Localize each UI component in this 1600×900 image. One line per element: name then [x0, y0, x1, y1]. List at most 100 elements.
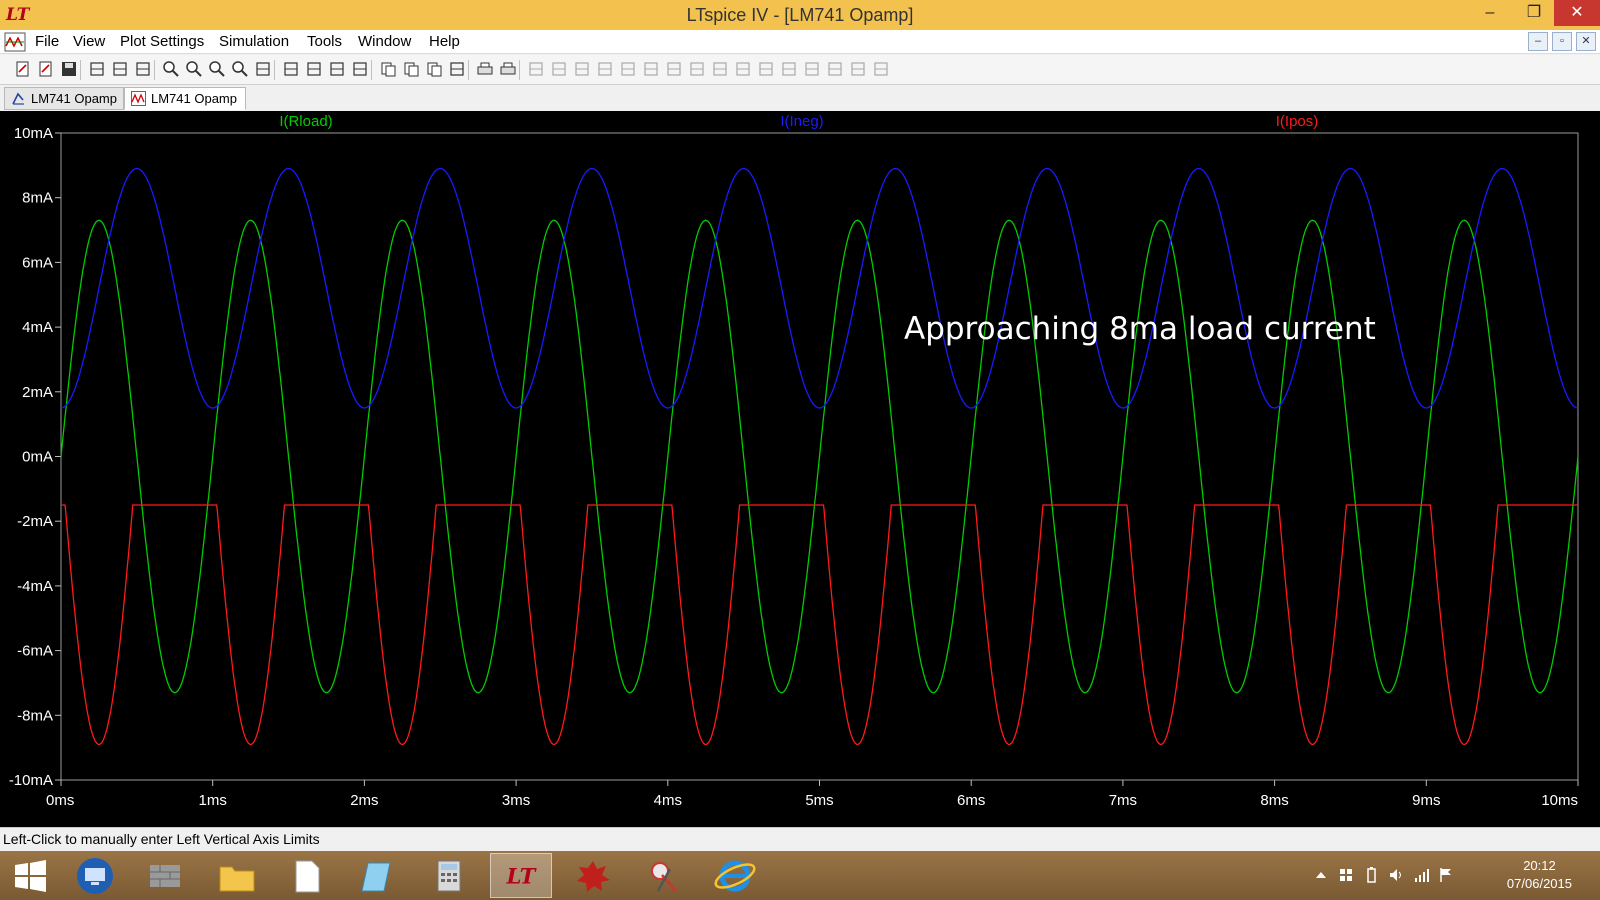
zoom-fit-icon[interactable] — [208, 60, 226, 78]
label-icon[interactable] — [573, 60, 591, 78]
maximize-button[interactable]: ❐ — [1512, 0, 1556, 26]
wire-icon[interactable] — [527, 60, 545, 78]
mdi-restore-button[interactable]: ▫ — [1552, 32, 1572, 51]
tray-flag-icon[interactable] — [1438, 867, 1454, 883]
ground-icon[interactable] — [550, 60, 568, 78]
toolbar-separator — [371, 60, 372, 80]
legend-label: I(Ipos) — [1276, 113, 1319, 130]
start-icon[interactable] — [0, 853, 62, 898]
x-tick-label: 8ms — [1260, 792, 1288, 809]
run-icon[interactable] — [111, 60, 129, 78]
x-tick-label: 7ms — [1109, 792, 1137, 809]
autoscale-icon[interactable] — [254, 60, 272, 78]
grid-icon[interactable] — [282, 60, 300, 78]
menu-window[interactable]: Window — [358, 33, 411, 50]
zoom-out-icon[interactable] — [185, 60, 203, 78]
minimize-button[interactable]: – — [1468, 0, 1512, 26]
diode-icon[interactable] — [665, 60, 683, 78]
snipping-tool-icon[interactable] — [634, 853, 696, 898]
text-icon[interactable] — [849, 60, 867, 78]
tray-windows-icon[interactable] — [1338, 867, 1354, 883]
resistor-icon[interactable] — [596, 60, 614, 78]
pan-icon[interactable] — [134, 60, 152, 78]
menu-plot-settings[interactable]: Plot Settings — [120, 33, 204, 50]
menu-file[interactable]: File — [35, 33, 59, 50]
capacitor-icon[interactable] — [619, 60, 637, 78]
trace-iipos — [61, 504, 1578, 746]
ltspice-task-icon[interactable]: LT — [490, 853, 552, 898]
print-icon[interactable] — [499, 60, 517, 78]
title-bar[interactable]: LT LTspice IV - [LM741 Opamp] – ❐ ✕ — [0, 0, 1600, 30]
ltspice-window: LT LTspice IV - [LM741 Opamp] – ❐ ✕ File… — [0, 0, 1600, 900]
x-tick-label: 2ms — [350, 792, 378, 809]
open-icon[interactable] — [37, 60, 55, 78]
cascade-icon[interactable] — [328, 60, 346, 78]
toolbar-separator — [274, 60, 275, 80]
menu-tools[interactable]: Tools — [307, 33, 342, 50]
x-tick-label: 5ms — [805, 792, 833, 809]
menu-view[interactable]: View — [73, 33, 105, 50]
find-icon[interactable] — [448, 60, 466, 78]
notepad-icon[interactable] — [346, 853, 408, 898]
component-icon[interactable] — [688, 60, 706, 78]
spice-directive-icon[interactable] — [872, 60, 890, 78]
clock-date: 07/06/2015 — [1506, 876, 1572, 891]
drag-icon[interactable] — [734, 60, 752, 78]
y-tick-label: -8mA — [17, 707, 53, 724]
chart-annotation: Approaching 8ma load current — [904, 311, 1376, 347]
remote-desktop-icon[interactable] — [64, 853, 126, 898]
x-tick-label: 10ms — [1541, 792, 1578, 809]
tab-label: LM741 Opamp — [151, 91, 237, 106]
mdi-close-button[interactable]: ✕ — [1576, 32, 1596, 51]
tab-schematic[interactable]: LM741 Opamp — [4, 87, 124, 110]
calculator-icon[interactable] — [418, 853, 480, 898]
undo-icon[interactable] — [757, 60, 775, 78]
redo-icon[interactable] — [780, 60, 798, 78]
print-preview-icon[interactable] — [476, 60, 494, 78]
inductor-icon[interactable] — [642, 60, 660, 78]
zoom-cancel-icon[interactable] — [231, 60, 249, 78]
move-icon[interactable] — [711, 60, 729, 78]
x-tick-label: 6ms — [957, 792, 985, 809]
tab-label: LM741 Opamp — [31, 91, 117, 106]
taskbar: LT 20:12 07/06/2015 — [0, 851, 1600, 900]
new-schematic-icon[interactable] — [14, 60, 32, 78]
toolbar — [0, 55, 1600, 85]
legend-label: I(Rload) — [279, 113, 332, 130]
waveform-window-icon[interactable] — [4, 32, 26, 52]
mdi-minimize-button[interactable]: – — [1528, 32, 1548, 51]
tab-waveform[interactable]: LM741 Opamp — [124, 87, 246, 110]
paste-icon[interactable] — [425, 60, 443, 78]
internet-explorer-icon[interactable] — [704, 853, 766, 898]
rotate-icon[interactable] — [803, 60, 821, 78]
tile-horizontal-icon[interactable] — [305, 60, 323, 78]
mirror-icon[interactable] — [826, 60, 844, 78]
zoom-in-icon[interactable] — [162, 60, 180, 78]
tray-signal-icon[interactable] — [1413, 867, 1429, 883]
legend-label: I(Ineg) — [780, 113, 823, 130]
tray-volume-icon[interactable] — [1388, 867, 1404, 883]
taskbar-clock[interactable]: 20:12 07/06/2015 — [1507, 857, 1572, 893]
menu-help[interactable]: Help — [429, 33, 460, 50]
waveform-chart[interactable]: 10mA 8mA 6mA 4mA 2mA 0mA -2mA -4mA -6mA -8mA -10mA… — [0, 111, 1600, 827]
y-tick-label: -4mA — [17, 578, 53, 595]
menu-bar: File View Plot Settings Simulation Tools… — [0, 30, 1600, 54]
waveform-plot-pane[interactable]: 10mA 8mA 6mA 4mA 2mA 0mA -2mA -4mA -6mA -8mA -10mA… — [0, 111, 1600, 827]
tile-vertical-icon[interactable] — [351, 60, 369, 78]
file-explorer-wall-icon[interactable] — [134, 853, 196, 898]
copy-icon[interactable] — [402, 60, 420, 78]
app-splat-icon[interactable] — [562, 853, 624, 898]
tray-up-arrow-icon[interactable] — [1313, 867, 1329, 883]
menu-simulation[interactable]: Simulation — [219, 33, 289, 50]
close-button[interactable]: ✕ — [1554, 0, 1600, 26]
control-panel-icon[interactable] — [88, 60, 106, 78]
cut-icon[interactable] — [379, 60, 397, 78]
y-tick-label: 4mA — [22, 319, 53, 336]
tray-battery-icon[interactable] — [1363, 867, 1379, 883]
y-tick-label: -2mA — [17, 513, 53, 530]
save-icon[interactable] — [60, 60, 78, 78]
folder-icon[interactable] — [206, 853, 268, 898]
y-tick-label: -6mA — [17, 643, 53, 660]
document-icon[interactable] — [276, 853, 338, 898]
status-bar: Left-Click to manually enter Left Vertic… — [0, 827, 1600, 851]
